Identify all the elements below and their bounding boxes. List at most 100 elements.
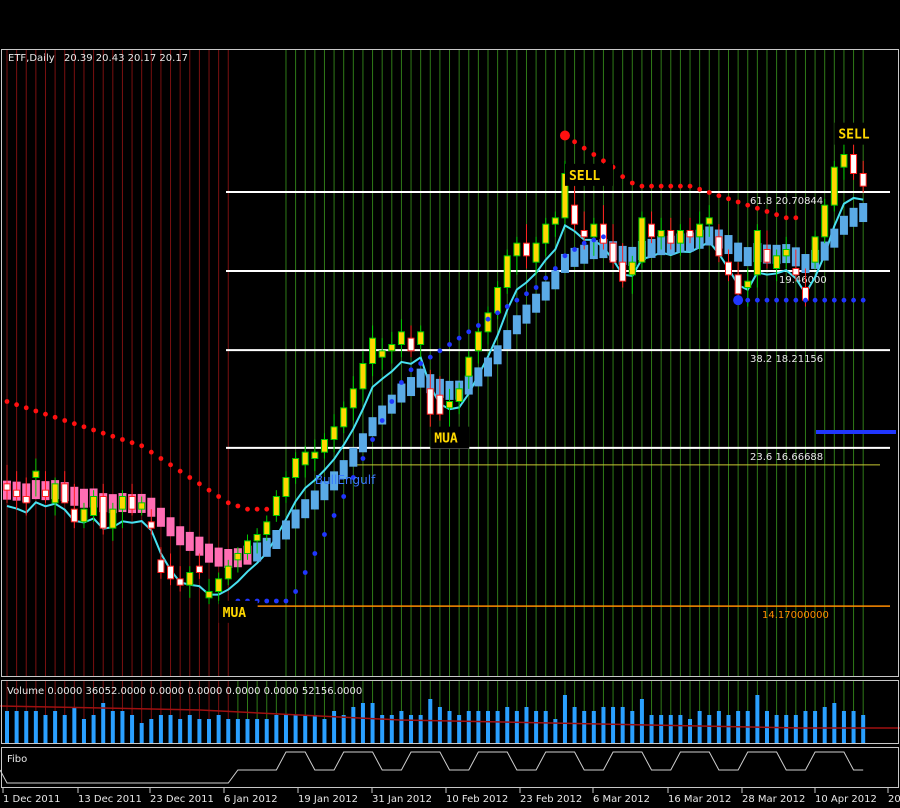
- blue-stop-dot: [552, 266, 558, 271]
- band-segment: [214, 547, 223, 567]
- volume-bar: [24, 711, 29, 743]
- candle-body: [41, 489, 49, 497]
- blue-stop-dot: [812, 297, 818, 303]
- candle-body: [417, 331, 425, 346]
- red-stop-dot: [745, 202, 751, 208]
- volume-bar: [822, 707, 827, 743]
- candle-body: [51, 483, 59, 504]
- volume-bar: [649, 715, 654, 743]
- blue-stop-start-dot: [733, 295, 744, 306]
- volume-bar: [14, 711, 19, 743]
- candle-body: [292, 458, 300, 478]
- blue-stop-dot: [466, 329, 472, 335]
- candle-body: [61, 483, 69, 504]
- candle-body: [224, 565, 232, 580]
- red-stop-dot: [639, 183, 645, 189]
- red-stop-dot: [225, 500, 231, 506]
- red-stop-dot: [52, 414, 58, 420]
- x-tick-label: 6 Mar 2012: [593, 794, 650, 805]
- band-segment: [185, 531, 194, 551]
- red-stop-dot: [678, 183, 683, 189]
- x-tick-label: 10 Apr 2012: [815, 794, 877, 805]
- fib-level-label: 19.46000: [779, 275, 827, 286]
- candle-body: [90, 496, 98, 516]
- band-segment: [291, 509, 300, 529]
- volume-bar: [255, 719, 260, 743]
- volume-bar: [399, 711, 404, 743]
- blue-stop-dot: [774, 297, 779, 303]
- red-stop-dot: [726, 196, 731, 202]
- volume-bar: [697, 711, 702, 743]
- volume-label: Volume 0.0000 36052.0000 0.0000 0.0000 0…: [7, 686, 362, 697]
- candle-body: [571, 204, 579, 225]
- candle-body: [494, 287, 502, 314]
- candle-body: [369, 337, 377, 364]
- volume-bar: [274, 715, 279, 743]
- signal-label: SELL: [838, 128, 869, 143]
- candle-body: [157, 559, 165, 573]
- volume-bar: [630, 711, 635, 743]
- blue-stop-dot: [302, 570, 308, 575]
- blue-stop-dot: [745, 297, 751, 303]
- band-segment: [820, 241, 829, 261]
- x-tick-label: 6 Jan 2012: [224, 794, 278, 805]
- candle-body: [167, 565, 175, 580]
- band-segment: [734, 242, 743, 262]
- x-tick-label: 23 Dec 2011: [150, 794, 214, 805]
- band-segment: [205, 543, 214, 563]
- candle-body: [648, 223, 656, 238]
- red-stop-dot: [158, 456, 164, 461]
- candle-body: [532, 242, 540, 263]
- candle-body: [13, 489, 21, 497]
- volume-bar: [774, 715, 779, 743]
- blue-stop-dot: [841, 297, 847, 303]
- candle-body: [446, 401, 454, 409]
- volume-bar: [562, 695, 567, 743]
- red-stop-dot: [793, 215, 799, 221]
- fib-level-label: 23.6 16.66688: [750, 452, 823, 463]
- red-stop-dot: [697, 186, 703, 192]
- x-tick-label: 23 Feb 2012: [520, 794, 582, 805]
- blue-stop-dot: [399, 380, 404, 385]
- trading-chart[interactable]: 61.8 20.70844 19.46000 38.2 18.21156 23.6 1…: [0, 0, 900, 808]
- candle-body: [205, 591, 213, 599]
- candle-body: [696, 223, 704, 238]
- volume-bar: [688, 719, 693, 743]
- volume-bar: [832, 703, 837, 743]
- band-segment: [156, 507, 165, 527]
- band-segment: [349, 447, 358, 467]
- candle-body: [859, 173, 867, 187]
- candle-body: [590, 223, 598, 238]
- candle-body: [705, 217, 713, 225]
- blue-stop-dot: [504, 304, 510, 309]
- candle-body: [676, 230, 684, 244]
- red-stop-dot: [110, 433, 116, 439]
- volume-bar: [178, 719, 183, 743]
- candle-body: [455, 388, 463, 403]
- band-segment: [368, 417, 377, 437]
- blue-stop-dot: [370, 437, 375, 442]
- red-stop-dot: [187, 475, 193, 480]
- candle-body: [234, 553, 242, 561]
- band-segment: [416, 368, 425, 388]
- red-stop-dot: [206, 487, 212, 493]
- x-tick-label: 16 Mar 2012: [668, 794, 731, 805]
- volume-bar: [409, 715, 414, 743]
- red-stop-dot: [91, 427, 96, 433]
- volume-bar: [283, 715, 288, 743]
- signal-label: MUA: [434, 432, 458, 447]
- candle-body: [195, 565, 203, 574]
- band-segment: [541, 281, 550, 301]
- blue-stop-dot: [524, 291, 529, 297]
- red-stop-dot: [23, 405, 29, 411]
- red-stop-dot: [235, 503, 241, 509]
- red-stop-dot: [129, 440, 135, 446]
- red-stop-dot: [197, 481, 202, 487]
- candle-body: [80, 508, 88, 523]
- band-segment: [830, 228, 839, 248]
- volume-bar: [120, 711, 125, 743]
- red-stop-dot: [81, 424, 87, 430]
- red-stop-dot: [783, 215, 789, 221]
- red-stop-dot: [33, 408, 39, 414]
- volume-bar: [851, 711, 856, 743]
